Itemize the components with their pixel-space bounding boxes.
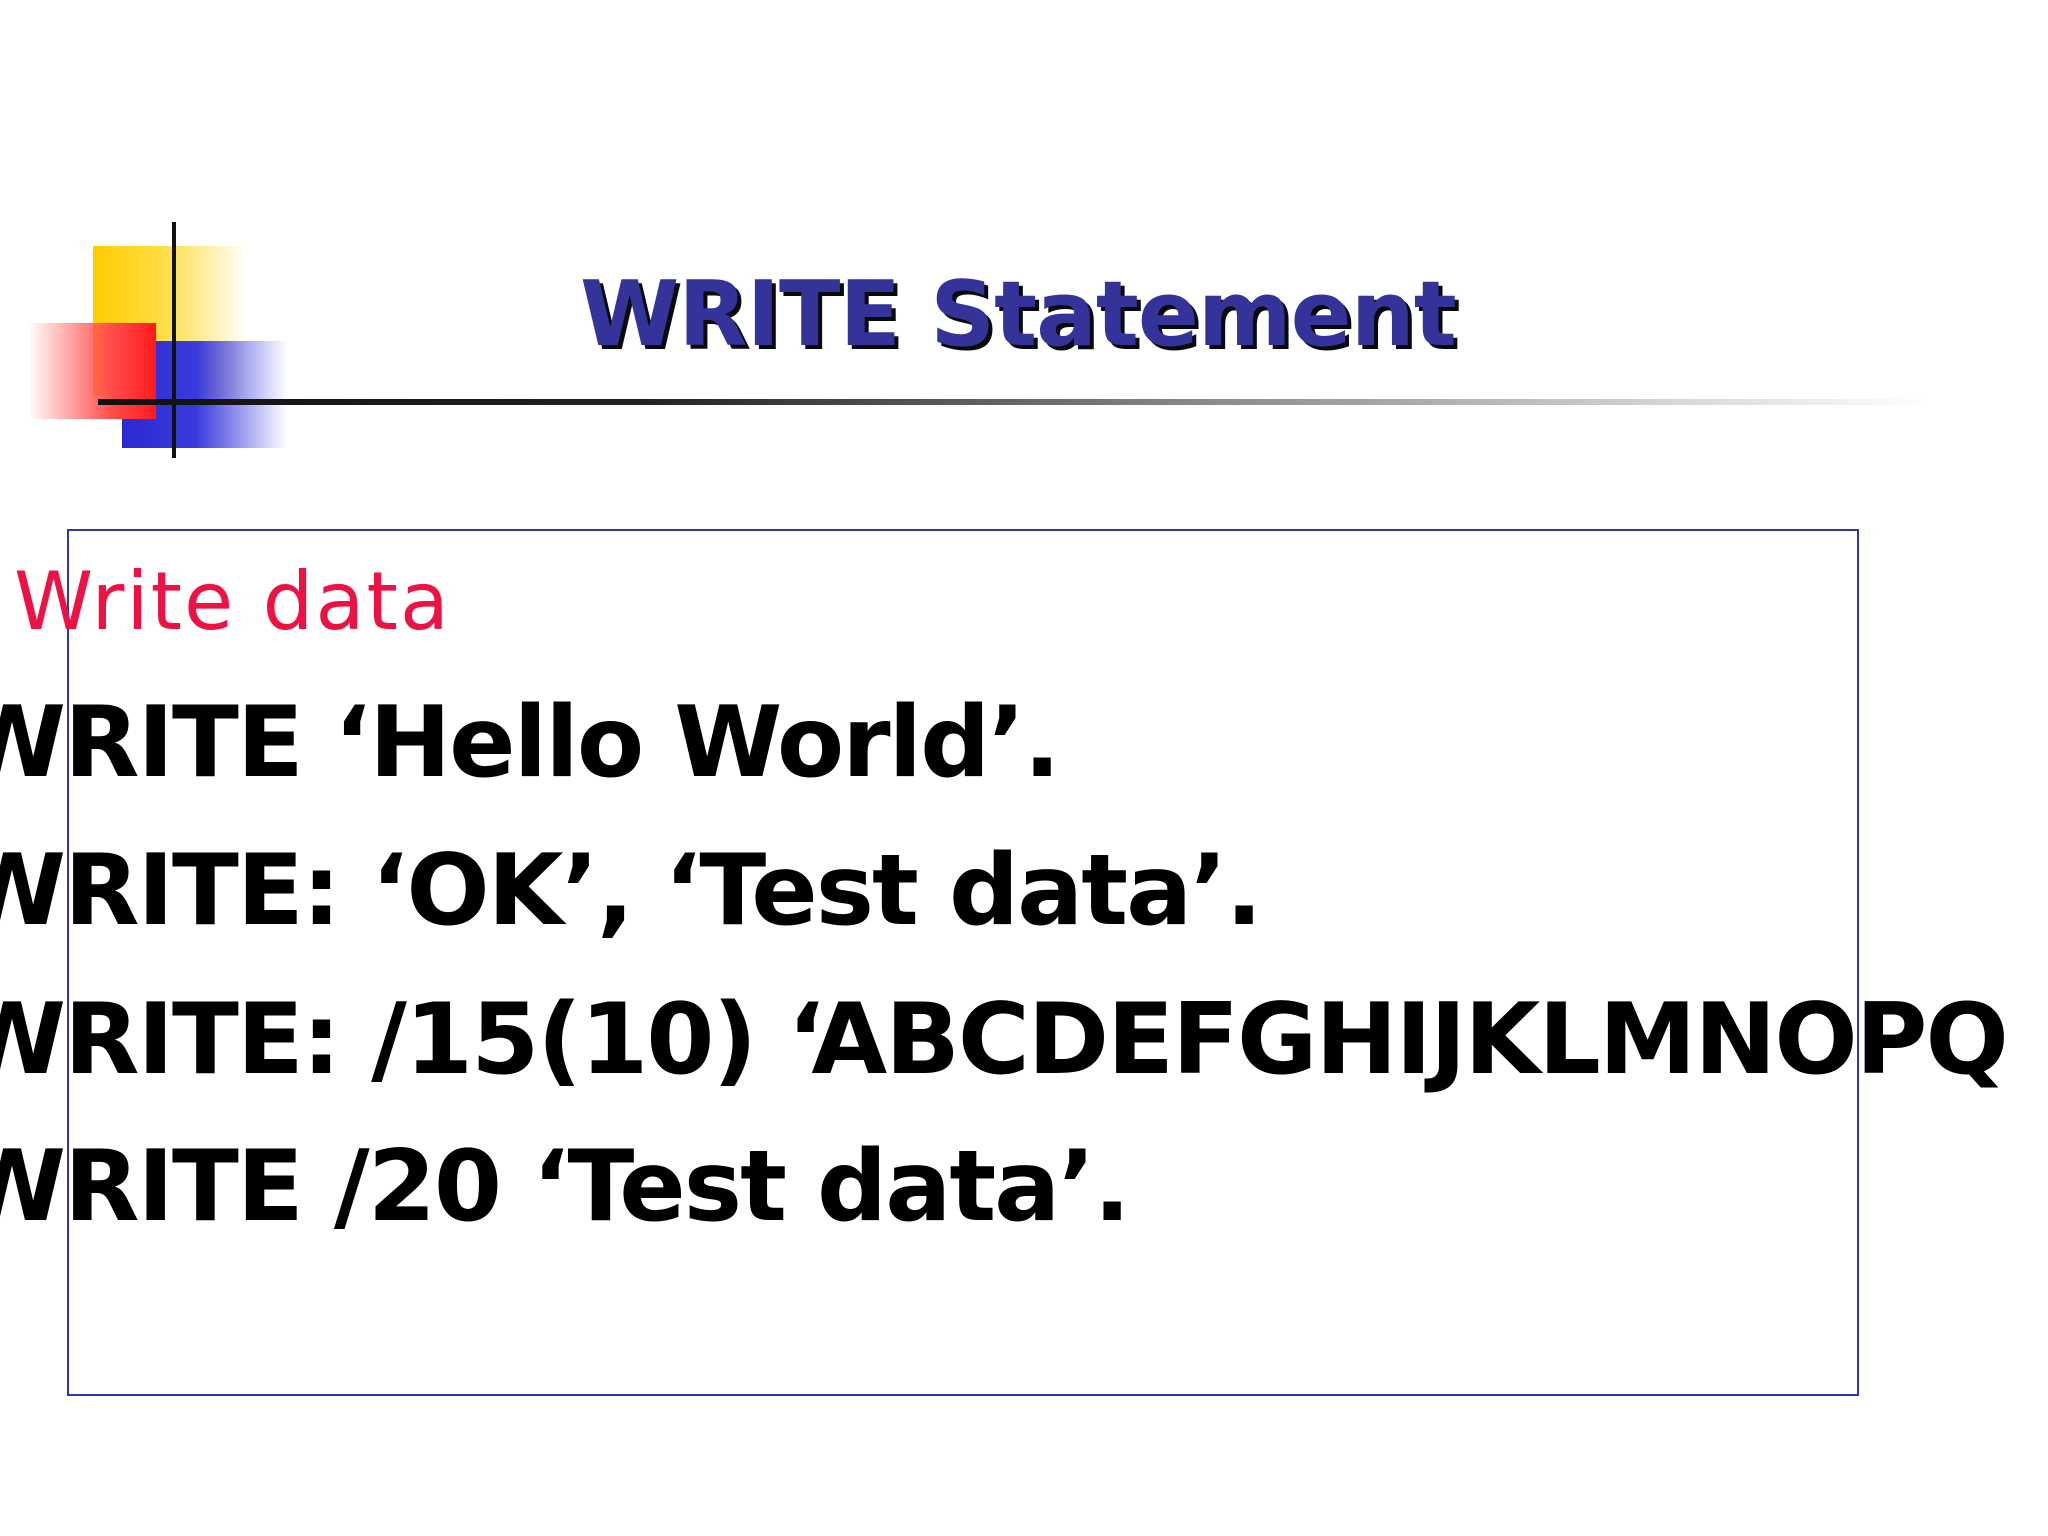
content-box	[67, 529, 1859, 1396]
subheading: Write data	[14, 555, 451, 648]
title-underline	[98, 399, 1928, 405]
code-line-3: WRITE: /15(10) ‘ABCDEFGHIJKLMNOPQ	[0, 983, 2009, 1097]
code-line-1: WRITE ‘Hello World’.	[0, 686, 1061, 800]
slide-title: WRITE Statement	[580, 262, 1457, 367]
code-line-2: WRITE: ‘OK’, ‘Test data’.	[0, 834, 1263, 948]
logo-vertical-line	[172, 222, 176, 458]
code-line-4: WRITE /20 ‘Test data’.	[0, 1130, 1131, 1244]
